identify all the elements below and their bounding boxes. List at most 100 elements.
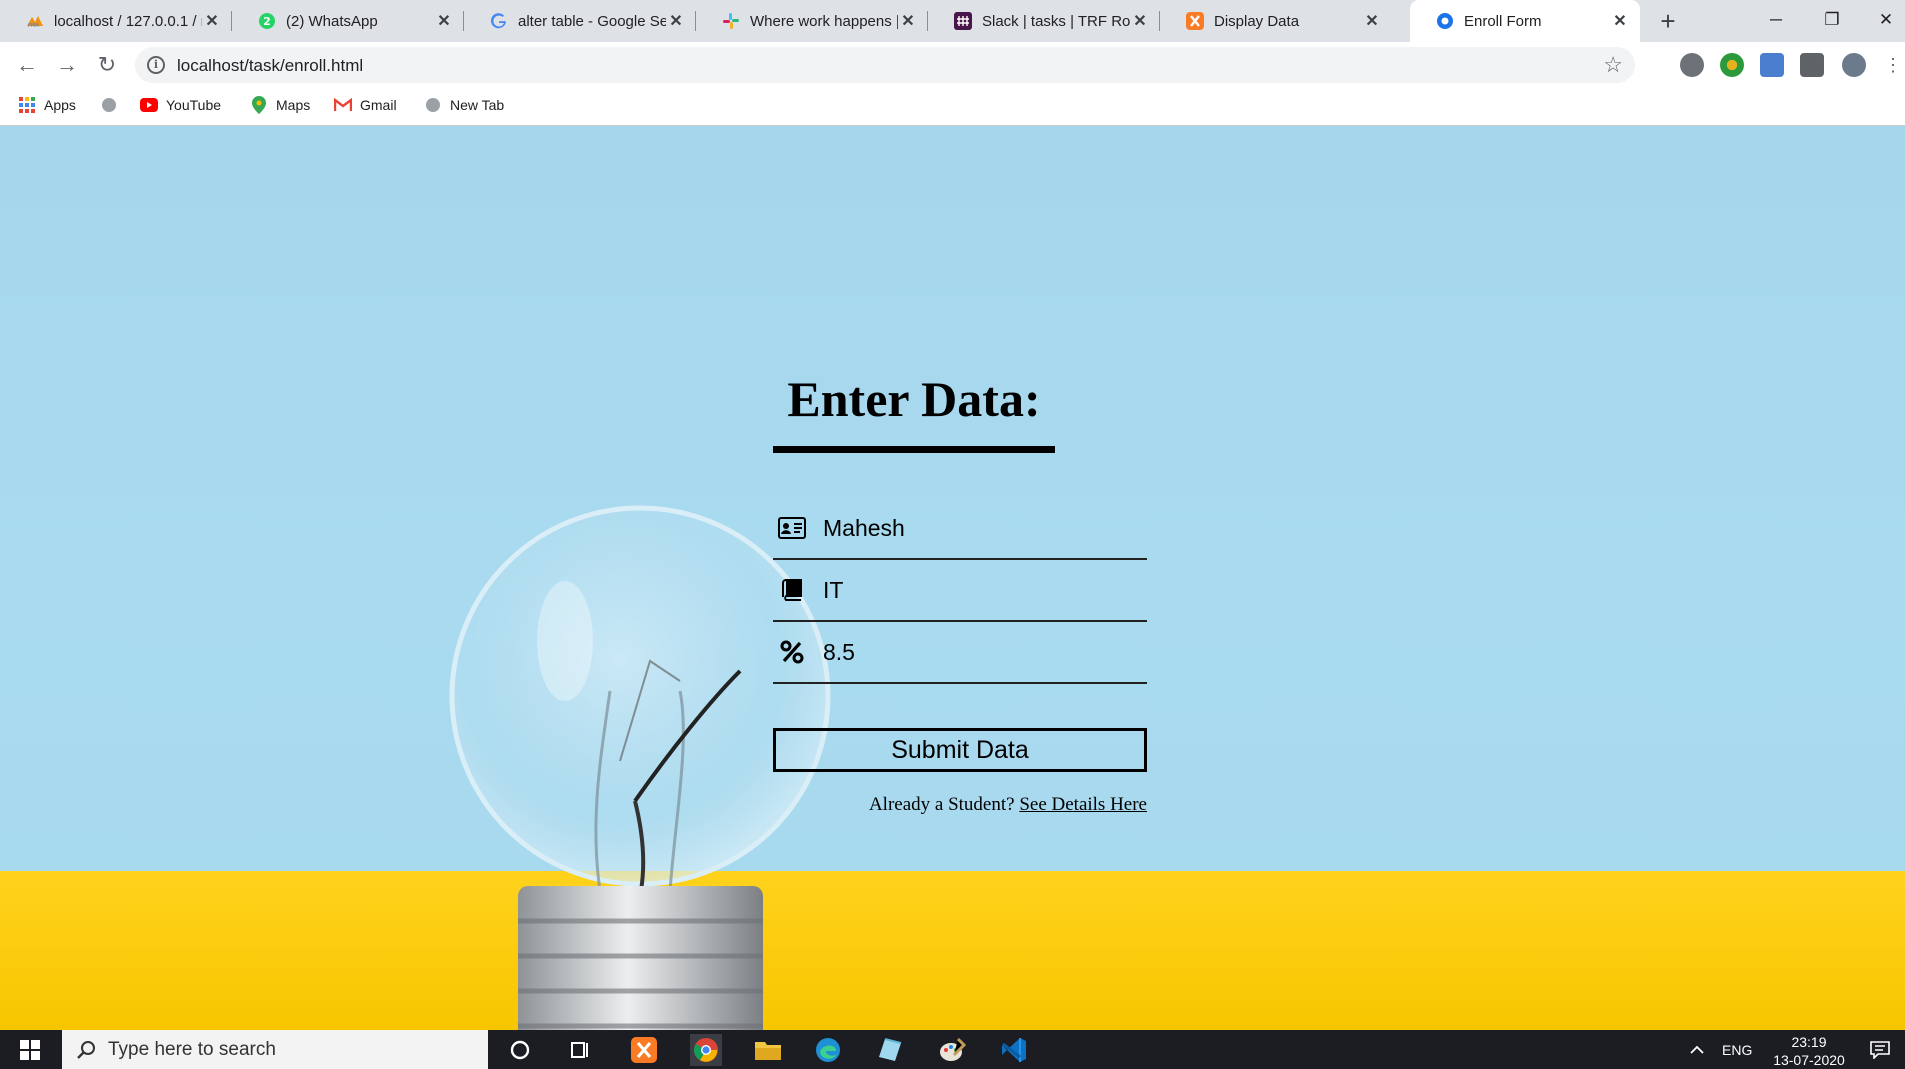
youtube-icon (140, 96, 158, 114)
tray-chevron-up-icon[interactable] (1686, 1034, 1708, 1066)
notepad-icon[interactable] (874, 1034, 906, 1066)
search-icon (76, 1040, 96, 1060)
tab-phpmyadmin[interactable]: PMA localhost / 127.0.0.1 / m ✕ (0, 0, 232, 42)
tab-title: Where work happens | (750, 12, 898, 30)
search-placeholder: Type here to search (108, 1038, 276, 1060)
vscode-icon[interactable] (998, 1034, 1030, 1066)
address-bar[interactable]: i localhost/task/enroll.html ☆ (135, 47, 1635, 83)
branch-input[interactable] (823, 570, 1133, 610)
new-tab-button[interactable]: + (1654, 8, 1682, 36)
bookmark-label: New Tab (450, 97, 505, 113)
page-title: Enter Data: (787, 371, 1041, 427)
tab-title: (2) WhatsApp (286, 12, 378, 30)
svg-text:2: 2 (263, 15, 271, 28)
see-details-link[interactable]: See Details Here (1019, 794, 1147, 815)
branch-field (773, 562, 1147, 622)
tab-slack-tasks[interactable]: Slack | tasks | TRF Robo ✕ (928, 0, 1160, 42)
taskbar-search-box[interactable]: Type here to search (62, 1030, 488, 1069)
google-icon (490, 12, 508, 30)
tab-google-search[interactable]: alter table - Google Sea ✕ (464, 0, 696, 42)
cortana-icon[interactable] (504, 1034, 536, 1066)
task-view-icon[interactable] (564, 1034, 596, 1066)
close-icon[interactable]: ✕ (434, 11, 454, 31)
globe-icon (1436, 12, 1454, 30)
close-icon[interactable]: ✕ (898, 11, 918, 31)
close-icon[interactable]: ✕ (202, 11, 222, 31)
bookmark-label: Apps (44, 97, 76, 113)
bookmark-star-icon[interactable]: ☆ (1603, 52, 1623, 78)
close-window-button[interactable]: ✕ (1858, 0, 1905, 40)
tab-title: Enroll Form (1464, 12, 1542, 30)
clock-date: 13-07-2020 (1773, 1052, 1845, 1068)
close-icon[interactable]: ✕ (1362, 11, 1382, 31)
clock-time: 23:19 (1791, 1034, 1827, 1050)
reload-button[interactable]: ↻ (92, 50, 122, 80)
info-icon[interactable]: i (147, 56, 165, 74)
submit-data-button[interactable]: Submit Data (773, 728, 1147, 772)
percentage-field (773, 624, 1147, 684)
paint-icon[interactable] (936, 1034, 968, 1066)
bookmark-maps[interactable]: Maps (250, 96, 310, 114)
back-button[interactable]: ← (12, 50, 42, 80)
maps-pin-icon (250, 96, 268, 114)
bookmark-apps[interactable]: Apps (18, 96, 76, 114)
restore-button[interactable]: ❐ (1804, 0, 1860, 40)
close-icon[interactable]: ✕ (1610, 11, 1630, 31)
bookmark-new-tab[interactable]: New Tab (424, 96, 504, 114)
windows-start-icon[interactable] (14, 1034, 46, 1066)
svg-text:PMA: PMA (28, 23, 39, 28)
bookmark-globe[interactable] (100, 96, 126, 114)
tab-display-data[interactable]: Display Data ✕ (1160, 0, 1392, 42)
whatsapp-icon: 2 (258, 12, 276, 30)
apps-grid-icon (18, 96, 36, 114)
extension-bug-icon[interactable] (1680, 53, 1704, 77)
phpmyadmin-icon: PMA (26, 12, 44, 30)
slack-icon (722, 12, 740, 30)
edge-icon[interactable] (812, 1034, 844, 1066)
notifications-icon[interactable] (1864, 1034, 1896, 1066)
xampp-icon (1186, 12, 1204, 30)
globe-icon (100, 96, 118, 114)
windows-taskbar: Type here to search ENG 23:19 13-07-2020 (0, 1030, 1905, 1069)
close-icon[interactable]: ✕ (666, 11, 686, 31)
chrome-taskbar-icon[interactable] (690, 1034, 722, 1066)
tab-strip: PMA localhost / 127.0.0.1 / m ✕ 2 (2) Wh… (0, 0, 1905, 42)
tab-title: Display Data (1214, 12, 1300, 30)
tab-whatsapp[interactable]: 2 (2) WhatsApp ✕ (232, 0, 464, 42)
name-input[interactable] (823, 508, 1133, 548)
details-prompt: Already a Student? See Details Here (773, 794, 1147, 816)
globe-icon (424, 96, 442, 114)
minimize-button[interactable]: ─ (1748, 0, 1804, 40)
already-student-text: Already a Student? (868, 794, 1015, 815)
yellow-floor-background (0, 871, 1905, 1030)
book-icon (778, 576, 806, 604)
url-text[interactable]: localhost/task/enroll.html (177, 56, 363, 76)
browser-toolbar: ← → ↻ i localhost/task/enroll.html ☆ ⋮ (0, 42, 1905, 88)
gmail-icon (334, 96, 352, 114)
bookmark-gmail[interactable]: Gmail (334, 96, 397, 114)
file-explorer-icon[interactable] (752, 1034, 784, 1066)
forward-button[interactable]: → (52, 50, 82, 80)
close-icon[interactable]: ✕ (1130, 11, 1150, 31)
profile-avatar[interactable] (1842, 53, 1866, 77)
tab-enroll-form[interactable]: Enroll Form ✕ (1410, 0, 1640, 42)
xampp-taskbar-icon[interactable] (628, 1034, 660, 1066)
tab-title: localhost / 127.0.0.1 / m (54, 12, 202, 30)
tab-slack-home[interactable]: Where work happens | ✕ (696, 0, 928, 42)
id-card-icon (778, 514, 806, 542)
bookmark-youtube[interactable]: YouTube (140, 96, 221, 114)
input-language[interactable]: ENG (1722, 1042, 1752, 1058)
bookmarks-bar: Apps YouTube Maps Gmail New Tab (0, 88, 1905, 126)
percent-icon (778, 638, 806, 666)
bookmark-label: Maps (276, 97, 311, 113)
menu-kebab-icon[interactable]: ⋮ (1878, 50, 1905, 80)
extension-globe-icon[interactable] (1720, 53, 1744, 77)
extension-camera-icon[interactable] (1760, 53, 1784, 77)
tab-title: Slack | tasks | TRF Robo (982, 12, 1130, 30)
percentage-input[interactable] (823, 632, 1133, 672)
extensions-puzzle-icon[interactable] (1800, 53, 1824, 77)
bookmark-label: Gmail (360, 97, 397, 113)
bookmark-label: YouTube (166, 97, 222, 113)
system-clock[interactable]: 23:19 13-07-2020 (1765, 1033, 1853, 1069)
name-field (773, 500, 1147, 560)
